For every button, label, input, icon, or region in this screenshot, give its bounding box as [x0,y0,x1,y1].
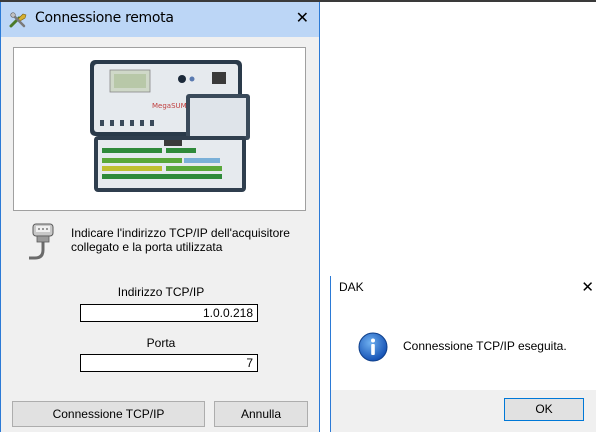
device-image-panel: MegaSUMI [13,47,306,211]
close-icon[interactable]: ✕ [296,9,309,27]
instruction-text: Indicare l'indirizzo TCP/IP dell'acquisi… [71,226,290,254]
device-brand: MegaSUMI [152,102,189,110]
message-dialog-title: DAK [339,280,364,294]
message-text: Connessione TCP/IP eseguita. [403,339,567,353]
serial-connector-icon [29,223,54,260]
device-image: MegaSUMI [90,60,250,192]
wrench-screwdriver-icon [9,12,27,28]
connect-tcpip-button[interactable]: Connessione TCP/IP [12,401,205,427]
info-icon [358,332,388,362]
message-area: Connessione TCP/IP eseguita. [331,300,596,390]
close-icon[interactable]: ✕ [581,278,594,296]
title-bar[interactable]: Connessione remota ✕ [1,2,319,37]
message-dialog: DAK ✕ Connessione TCP/IP eseguita. OK [330,276,596,432]
port-label: Porta [146,336,176,350]
port-field[interactable]: 7 [80,354,258,372]
dialog-title: Connessione remota [35,10,174,26]
cancel-button[interactable]: Annulla [214,401,308,427]
ip-label: Indirizzo TCP/IP [117,285,205,299]
ok-button[interactable]: OK [504,398,584,421]
message-title-bar[interactable]: DAK ✕ [331,276,596,300]
ip-address-field[interactable]: 1.0.0.218 [80,304,258,322]
remote-connection-dialog: Connessione remota ✕ MegaSUMI Indicare l… [0,2,320,432]
